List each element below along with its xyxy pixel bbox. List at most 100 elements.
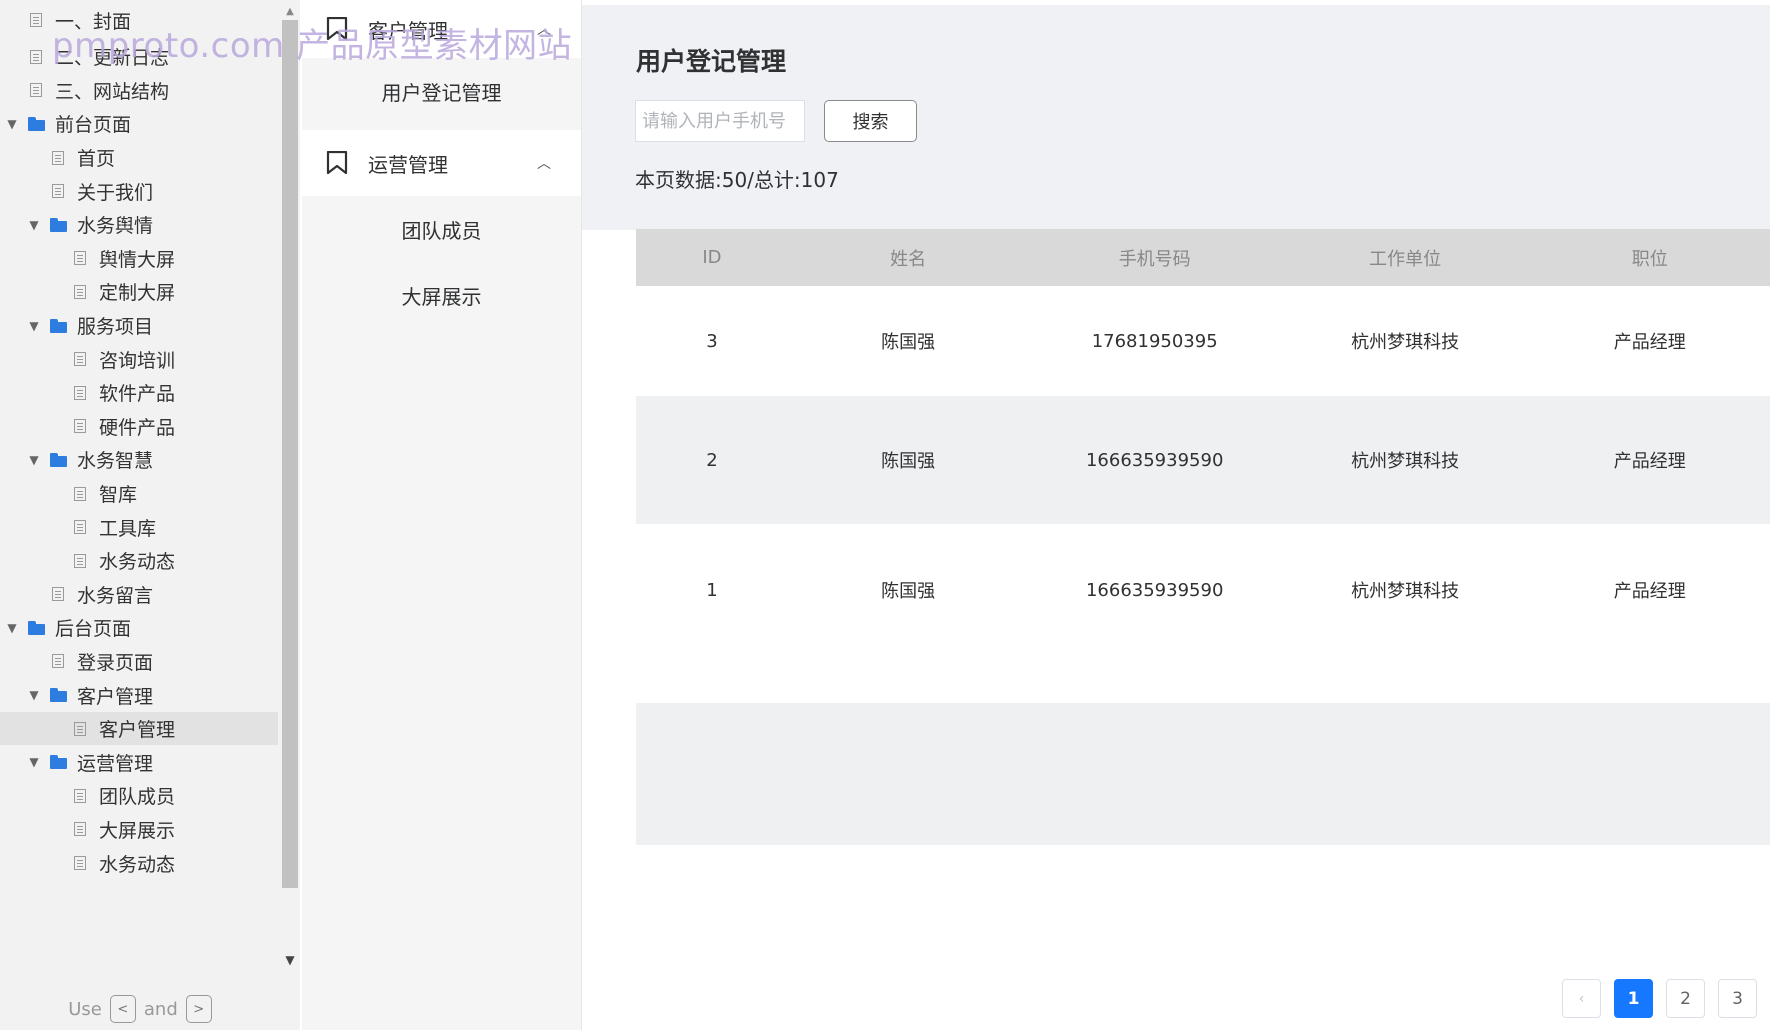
tree-folder[interactable]: ▼ 水务智慧 [0,443,278,477]
menu-group-header-customer[interactable]: 客户管理 ︿ [302,0,581,58]
caret-down-icon[interactable]: ▼ [26,319,42,333]
page-button-2[interactable]: 2 [1666,979,1705,1018]
hint-use-text: Use [68,998,102,1020]
menu-group-customer: 客户管理 ︿ 用户登记管理 [302,0,581,124]
tree-page[interactable]: ▼客户管理 [0,711,278,746]
page-icon [74,251,86,266]
tree-folder[interactable]: ▼ 服务项目 [0,309,278,343]
tree-folder[interactable]: ▼ 水务舆情 [0,208,278,242]
chevron-up-icon: ︿ [537,156,551,172]
tree-item-label: 一、封面 [55,10,132,33]
menu-item-team-members[interactable]: 团队成员 [302,196,581,262]
tree-page[interactable]: ▼硬件产品 [0,410,278,444]
folder-icon [28,116,46,131]
tree-item-label: 硬件产品 [99,416,176,439]
page-icon [52,654,64,669]
cell-org: 杭州梦琪科技 [1351,332,1460,353]
tree-page[interactable]: ▼首页 [0,141,278,175]
tree-page[interactable]: ▼舆情大屏 [0,242,278,276]
page-icon [74,788,86,803]
scroll-up-arrow-icon[interactable]: ▲ [282,6,298,17]
table-row[interactable]: 2 陈国强 166635939590 杭州梦琪科技 产品经理 [636,396,1770,524]
caret-down-icon[interactable]: ▼ [26,453,42,467]
tree-page[interactable]: ▼水务留言 [0,578,278,612]
page-icon [52,150,64,165]
table-row[interactable]: 3 陈国强 17681950395 杭州梦琪科技 产品经理 [636,286,1770,396]
tree-page[interactable]: ▼关于我们 [0,174,278,208]
tree-page[interactable]: ▼工具库 [0,510,278,544]
folder-icon [50,755,68,770]
page-icon [74,419,86,434]
tree-item-label: 客户管理 [77,685,154,708]
tree-item-label: 二、更新日志 [55,47,170,70]
chevron-left-icon[interactable]: ‹ [1562,979,1601,1018]
tree-page[interactable]: ▼智库 [0,477,278,511]
page-icon [52,184,64,199]
tree-item-label: 水务留言 [77,584,154,607]
menu-item-big-screen[interactable]: 大屏展示 [302,262,581,328]
page-icon [30,13,42,27]
column-header-id: ID [702,247,722,268]
table-header: ID 姓名 手机号码 工作单位 职位 [636,229,1770,286]
tree-item-label: 客户管理 [99,719,176,742]
tree-page[interactable]: ▼水务动态 [0,544,278,578]
bookmark-icon [326,17,348,41]
tree-item-label: 水务舆情 [77,215,154,238]
page-icon [74,385,86,400]
tree-page[interactable]: ▼二、更新日志 [0,40,278,74]
page-button-3[interactable]: 3 [1718,979,1757,1018]
caret-down-icon[interactable]: ▼ [26,755,42,769]
search-button[interactable]: 搜索 [824,100,917,142]
menu-item-user-registration[interactable]: 用户登记管理 [302,58,581,124]
tree-folder[interactable]: ▼ 运营管理 [0,745,278,779]
tree-page[interactable]: ▼一、封面 [0,0,278,40]
tree-page[interactable]: ▼软件产品 [0,376,278,410]
prev-key-icon: < [109,995,136,1023]
tree-item-label: 首页 [77,148,116,171]
tree-page[interactable]: ▼三、网站结构 [0,74,278,108]
page-icon [74,721,86,736]
tree-item-label: 登录页面 [77,651,154,674]
cell-name: 陈国强 [881,581,936,602]
user-table: ID 姓名 手机号码 工作单位 职位 3 陈国强 17681950395 杭州梦… [636,229,1770,656]
caret-down-icon[interactable]: ▼ [26,218,42,232]
page-button-1[interactable]: 1 [1614,979,1653,1018]
tree-folder[interactable]: ▼ 客户管理 [0,678,278,712]
cell-name: 陈国强 [881,451,936,472]
tree-page[interactable]: ▼大屏展示 [0,813,278,847]
tree-item-label: 前台页面 [55,114,132,137]
cell-id: 3 [706,330,718,352]
phone-search-input[interactable] [635,100,805,142]
page-icon [74,822,86,837]
tree-page[interactable]: ▼登录页面 [0,645,278,679]
scroll-down-arrow-icon[interactable]: ▼ [282,953,298,967]
tree-page[interactable]: ▼定制大屏 [0,275,278,309]
page-icon [74,520,86,535]
tree-page[interactable]: ▼咨询培训 [0,342,278,376]
caret-down-icon[interactable]: ▼ [4,621,20,635]
tree-page[interactable]: ▼水务动态 [0,846,278,880]
column-header-phone: 手机号码 [1118,248,1191,270]
chevron-up-icon: ︿ [537,22,551,38]
folder-icon [28,620,46,635]
tree-folder[interactable]: ▼ 前台页面 [0,107,278,141]
cell-id: 1 [706,579,718,601]
tree-item-label: 定制大屏 [99,282,176,305]
menu-group-header-operations[interactable]: 运营管理 ︿ [302,130,581,196]
tree-item-label: 水务动态 [99,853,176,876]
tree-page[interactable]: ▼团队成员 [0,779,278,813]
caret-down-icon[interactable]: ▼ [4,117,20,131]
menu-group-title: 客户管理 [368,18,448,43]
tree-folder[interactable]: ▼ 后台页面 [0,611,278,645]
pagination: ‹ 1 2 3 [1562,979,1770,1019]
tree-item-label: 软件产品 [99,383,176,406]
menu-group-operations: 运营管理 ︿ 团队成员 大屏展示 [302,130,581,328]
tree-item-label: 服务项目 [77,316,154,339]
hint-and-text: and [143,998,178,1020]
cell-phone: 166635939590 [1085,449,1224,471]
tree-item-label: 大屏展示 [99,819,176,842]
table-row[interactable]: 1 陈国强 166635939590 杭州梦琪科技 产品经理 [636,524,1770,656]
tree-scrollbar-thumb[interactable] [282,20,298,888]
cell-phone: 17681950395 [1091,330,1218,352]
caret-down-icon[interactable]: ▼ [26,688,42,702]
